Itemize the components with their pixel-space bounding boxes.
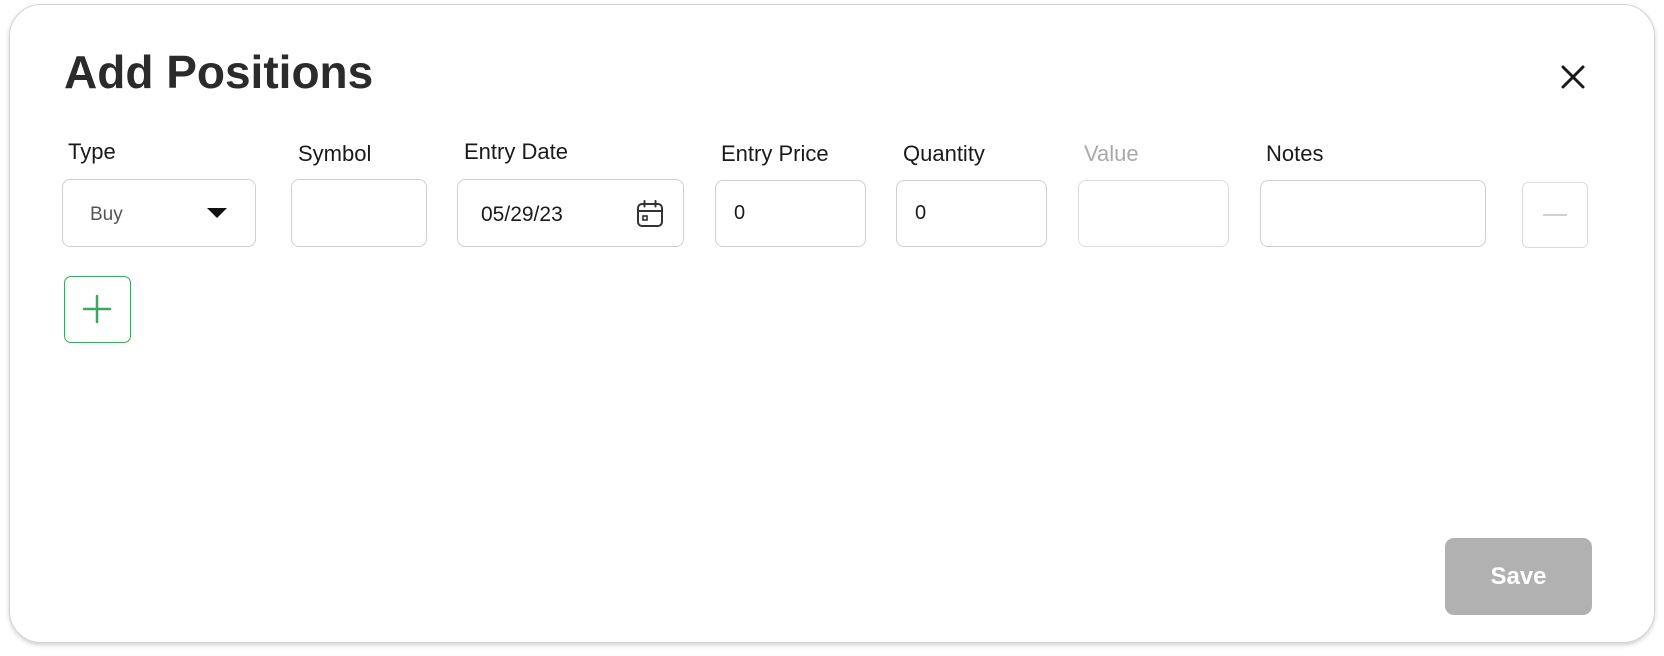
entry-date-label: Entry Date xyxy=(464,139,568,164)
save-button[interactable]: Save xyxy=(1445,538,1592,615)
value-label: Value xyxy=(1084,141,1139,166)
entry-price-value: 0 xyxy=(734,202,746,224)
notes-input[interactable] xyxy=(1260,180,1486,247)
remove-row-button[interactable] xyxy=(1522,182,1588,248)
entry-date-input[interactable]: 05/29/23 xyxy=(457,179,684,247)
value-input xyxy=(1078,180,1229,247)
add-row-button[interactable] xyxy=(64,276,131,343)
symbol-label: Symbol xyxy=(298,141,372,166)
close-icon xyxy=(1561,65,1585,89)
symbol-input[interactable] xyxy=(291,179,427,247)
quantity-label: Quantity xyxy=(903,141,985,166)
chevron-down-icon xyxy=(207,208,227,218)
entry-date-value: 05/29/23 xyxy=(481,203,563,226)
type-select[interactable]: Buy xyxy=(62,179,256,247)
quantity-input[interactable]: 0 xyxy=(896,180,1047,247)
entry-price-input[interactable]: 0 xyxy=(715,180,866,247)
notes-label: Notes xyxy=(1266,141,1324,166)
quantity-value: 0 xyxy=(915,202,927,224)
type-label: Type xyxy=(68,139,116,164)
calendar-icon[interactable] xyxy=(636,200,664,228)
entry-price-label: Entry Price xyxy=(721,141,829,166)
plus-icon xyxy=(82,294,112,324)
add-positions-dialog: Add Positions Type Buy Symbol Entry Date… xyxy=(9,4,1655,643)
type-select-value: Buy xyxy=(90,204,123,225)
dialog-title: Add Positions xyxy=(64,46,374,98)
close-button[interactable] xyxy=(1555,59,1591,95)
minus-icon xyxy=(1543,214,1567,216)
